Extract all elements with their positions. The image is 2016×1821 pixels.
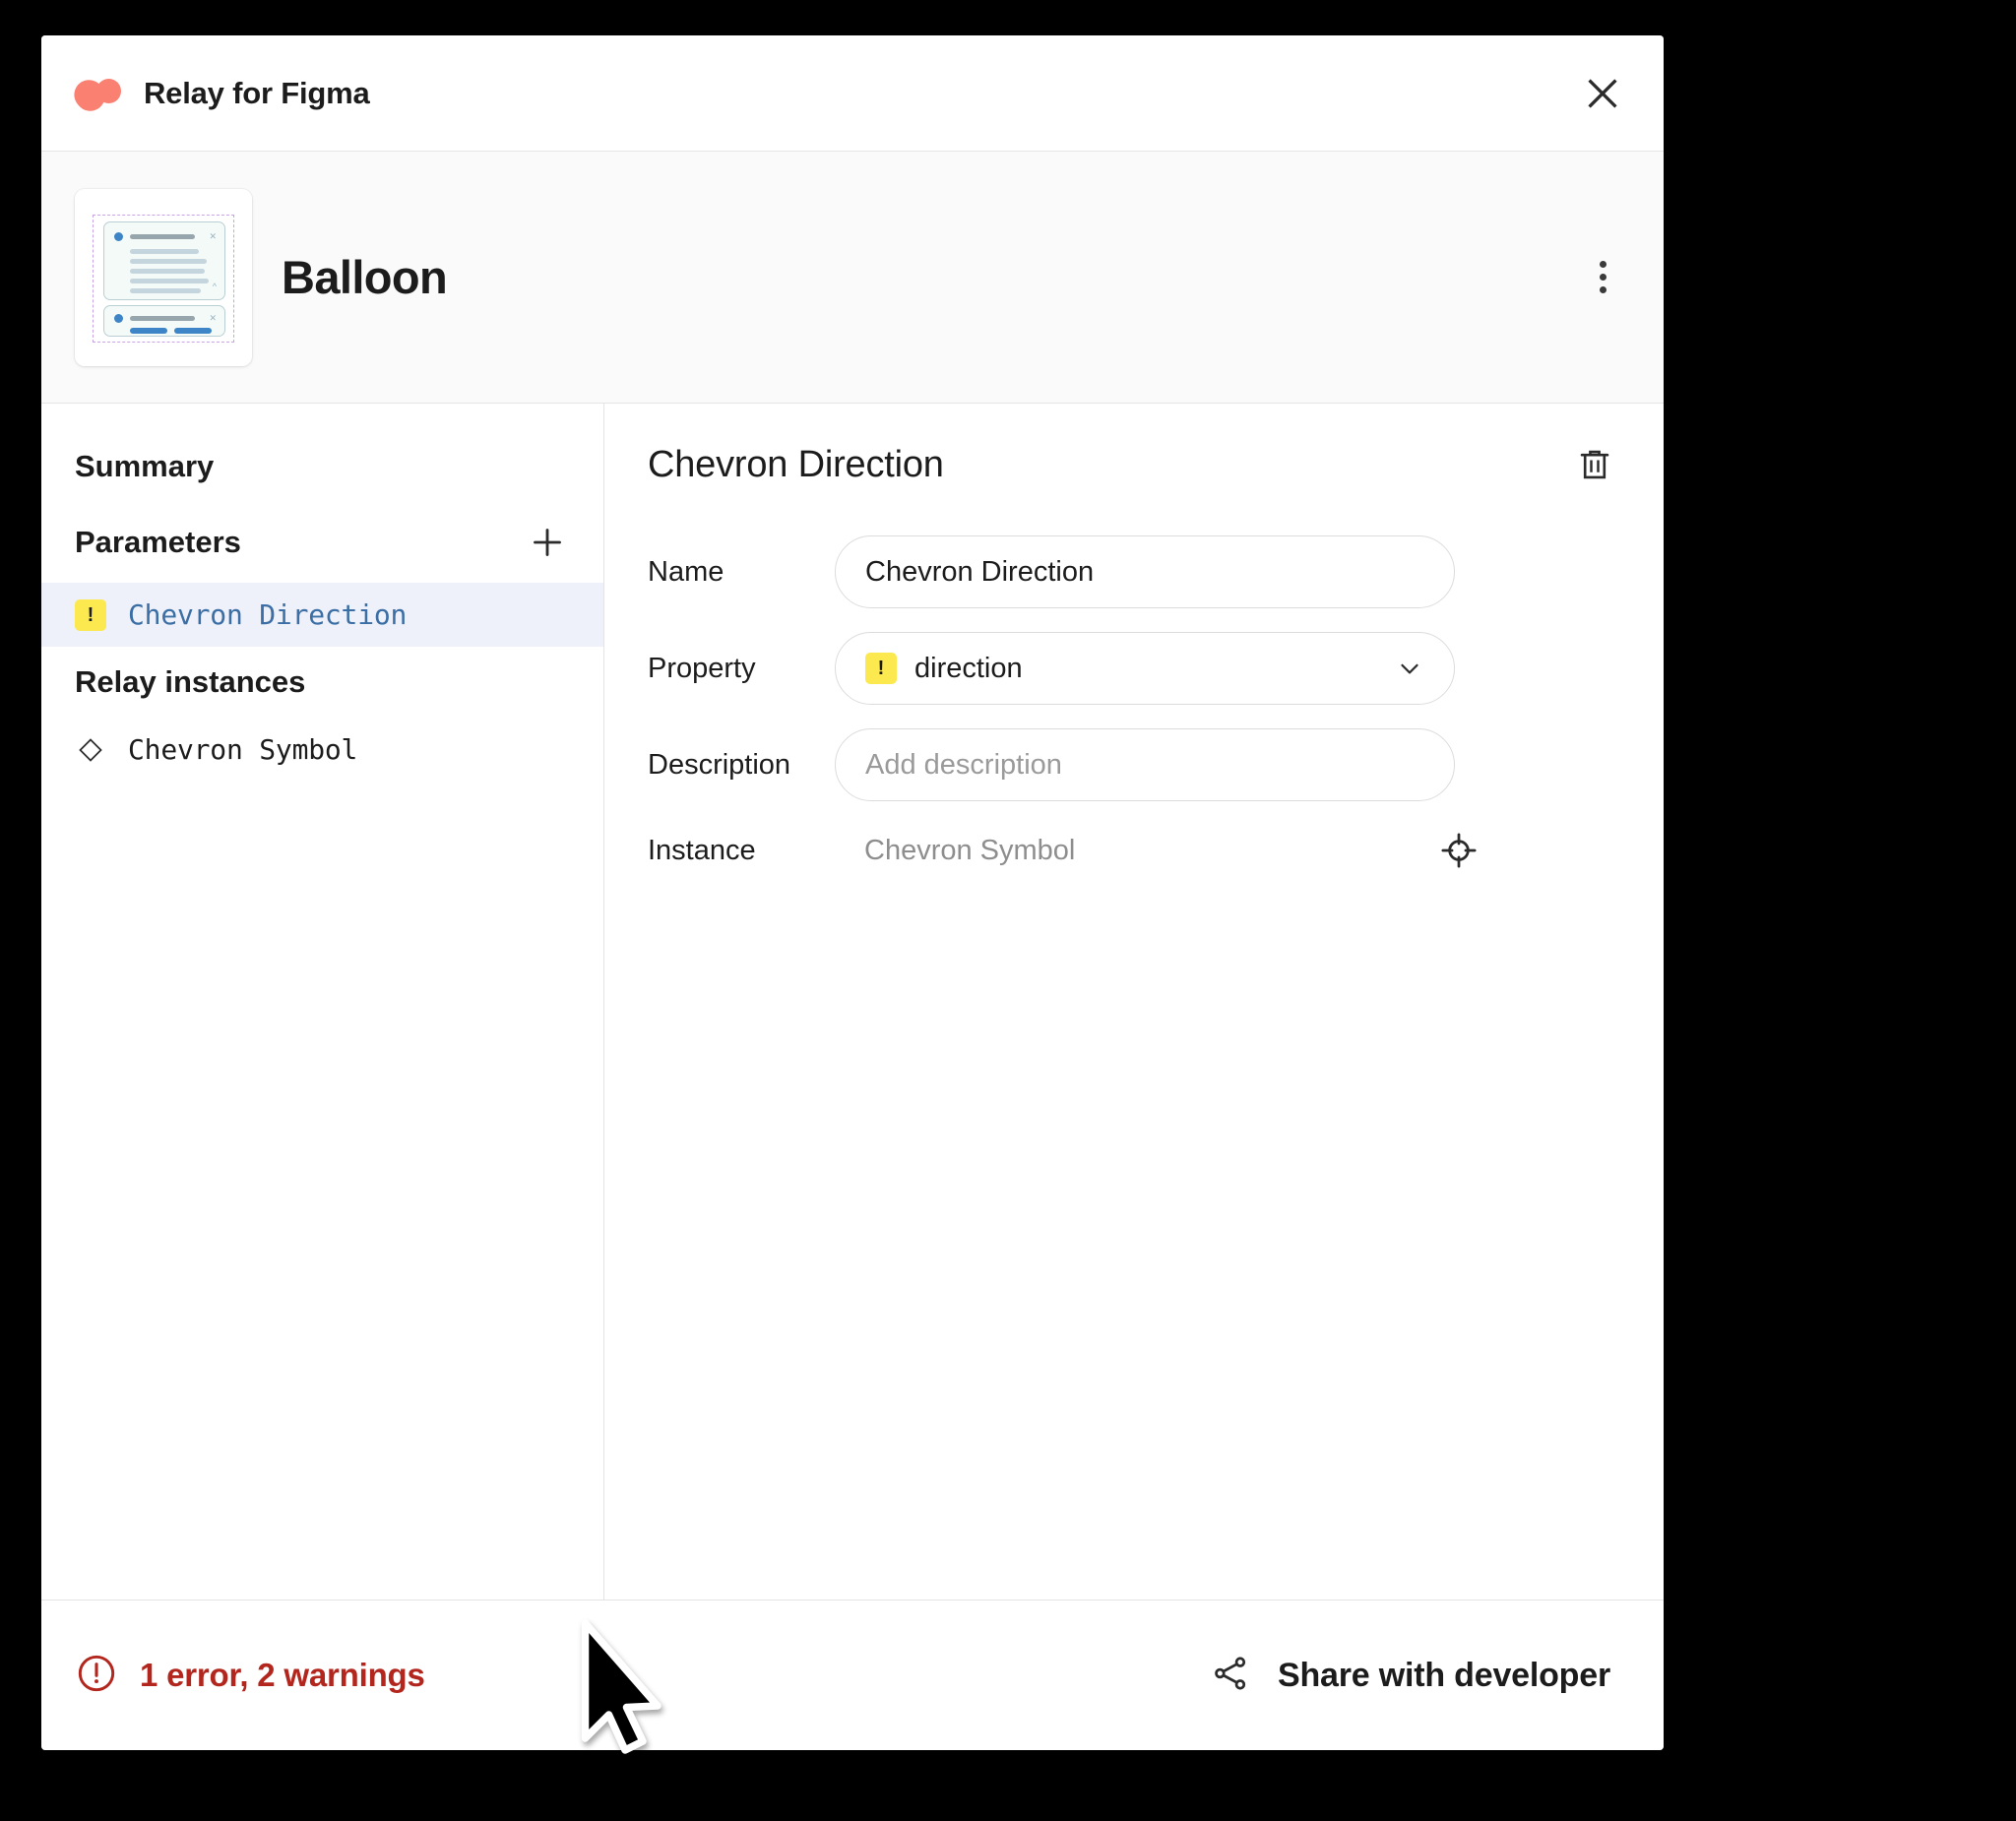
kebab-menu-icon xyxy=(1599,261,1606,268)
name-input-value: Chevron Direction xyxy=(865,555,1095,588)
file-header: ✕ ^ ✕ Balloon xyxy=(41,152,1664,404)
close-icon xyxy=(1588,78,1617,108)
parameter-label: Chevron Direction xyxy=(128,598,408,631)
plugin-footer: 1 error, 2 warnings Share with developer xyxy=(41,1601,1664,1750)
delete-parameter-button[interactable] xyxy=(1569,439,1620,490)
instance-label: Chevron Symbol xyxy=(128,733,358,766)
description-placeholder: Add description xyxy=(865,748,1062,781)
instance-value: Chevron Symbol xyxy=(864,834,1076,866)
share-icon xyxy=(1209,1652,1252,1700)
chevron-down-icon xyxy=(1395,654,1424,683)
warning-badge-icon: ! xyxy=(75,598,106,631)
plugin-body: Summary Parameters ! Chevron Direction R… xyxy=(41,404,1664,1601)
detail-title: Chevron Direction xyxy=(648,443,944,485)
name-input[interactable]: Chevron Direction xyxy=(835,535,1455,608)
parameters-label: Parameters xyxy=(75,525,241,559)
plus-icon xyxy=(534,529,561,556)
form-row-name: Name Chevron Direction xyxy=(648,535,1620,608)
plugin-titlebar: Relay for Figma xyxy=(41,35,1664,152)
property-select-value: direction xyxy=(914,652,1023,684)
form-row-instance: Instance Chevron Symbol xyxy=(648,825,1620,876)
summary-label: Summary xyxy=(75,449,215,483)
sidebar-section-relay-instances: Relay instances xyxy=(41,647,603,718)
detail-header: Chevron Direction xyxy=(648,439,1620,490)
sidebar-section-parameters: Parameters xyxy=(41,502,603,583)
frame-thumbnail[interactable]: ✕ ^ ✕ xyxy=(75,188,252,366)
kebab-menu-icon-dot xyxy=(1599,274,1606,281)
sidebar: Summary Parameters ! Chevron Direction R… xyxy=(41,404,604,1600)
diamond-icon xyxy=(75,734,106,766)
relay-plugin-window: Relay for Figma ✕ ^ ✕ Balloon Summary Pa… xyxy=(41,35,1664,1750)
form-row-property: Property ! direction xyxy=(648,632,1620,705)
sidebar-item-instance-chevron-symbol[interactable]: Chevron Symbol xyxy=(41,718,603,782)
warning-badge-icon: ! xyxy=(865,653,897,684)
close-button[interactable] xyxy=(1575,66,1630,121)
detail-panel: Chevron Direction Name Chevron Direction… xyxy=(604,404,1664,1600)
locate-instance-button[interactable] xyxy=(1433,825,1484,876)
file-menu-button[interactable] xyxy=(1575,250,1630,305)
sidebar-item-summary[interactable]: Summary xyxy=(41,431,603,502)
description-input[interactable]: Add description xyxy=(835,728,1455,801)
share-label: Share with developer xyxy=(1278,1656,1610,1694)
instance-label: Instance xyxy=(648,834,756,866)
error-circle-icon xyxy=(75,1652,118,1700)
form-row-description: Description Add description xyxy=(648,728,1620,801)
brand: Relay for Figma xyxy=(68,73,370,117)
trash-icon xyxy=(1580,450,1609,479)
name-label: Name xyxy=(648,555,724,588)
app-title: Relay for Figma xyxy=(144,75,370,110)
thumbnail-card-small: ✕ xyxy=(103,304,225,337)
status-badge[interactable]: 1 error, 2 warnings xyxy=(75,1652,425,1700)
description-label: Description xyxy=(648,748,791,781)
thumbnail-card-large: ✕ ^ xyxy=(103,220,225,314)
property-label: Property xyxy=(648,652,756,684)
relay-instances-label: Relay instances xyxy=(75,664,306,699)
kebab-menu-icon-dot xyxy=(1599,286,1606,293)
add-parameter-button[interactable] xyxy=(525,520,570,565)
screenshot-stage: Relay for Figma ✕ ^ ✕ Balloon Summary Pa… xyxy=(0,0,2016,1821)
share-with-developer-button[interactable]: Share with developer xyxy=(1209,1652,1620,1700)
target-icon xyxy=(1441,833,1477,868)
sidebar-item-parameter-chevron-direction[interactable]: ! Chevron Direction xyxy=(41,583,603,647)
status-text: 1 error, 2 warnings xyxy=(140,1657,425,1693)
page-title: Balloon xyxy=(282,251,448,303)
instance-value-row: Chevron Symbol xyxy=(835,825,1484,876)
property-select[interactable]: ! direction xyxy=(835,632,1455,705)
relay-logo-icon xyxy=(68,73,122,117)
